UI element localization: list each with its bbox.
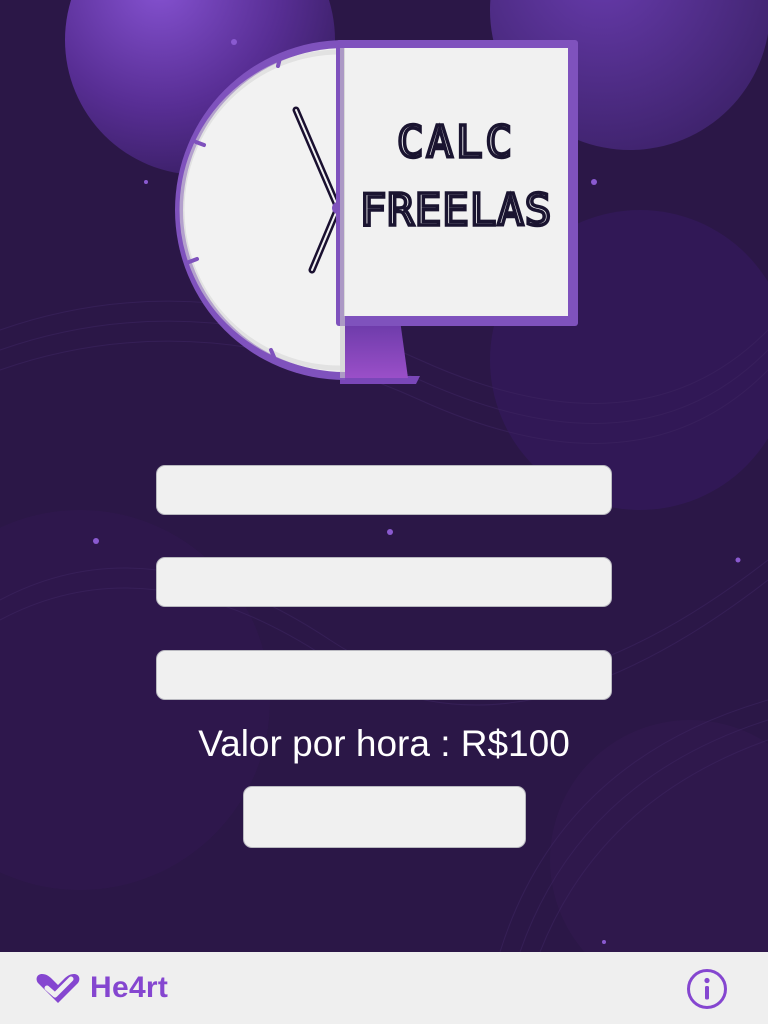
clock-face (183, 48, 345, 372)
info-icon[interactable] (686, 968, 728, 1010)
brand-name: He4rt (90, 971, 169, 1004)
app-screen: CALC FREELAS Valor por hora : R$100 He4r… (0, 0, 768, 1024)
hourly-rate-result: Valor por hora : R$100 (198, 723, 570, 764)
calculate-button[interactable] (243, 786, 526, 848)
input-field-3[interactable] (156, 650, 612, 700)
logo-line2: FREELAS (360, 185, 552, 236)
monitor-stand (340, 320, 408, 378)
input-field-1[interactable] (156, 465, 612, 515)
monitor-screen (344, 48, 568, 316)
logo-line1: CALC (397, 117, 515, 168)
footer-bar: He4rt (0, 952, 768, 1024)
brand-link[interactable]: He4rt (34, 970, 168, 1006)
he4rt-logo-icon (36, 974, 80, 1003)
input-field-2[interactable] (156, 557, 612, 607)
calc-freelas-logo: CALC FREELAS (175, 40, 578, 384)
